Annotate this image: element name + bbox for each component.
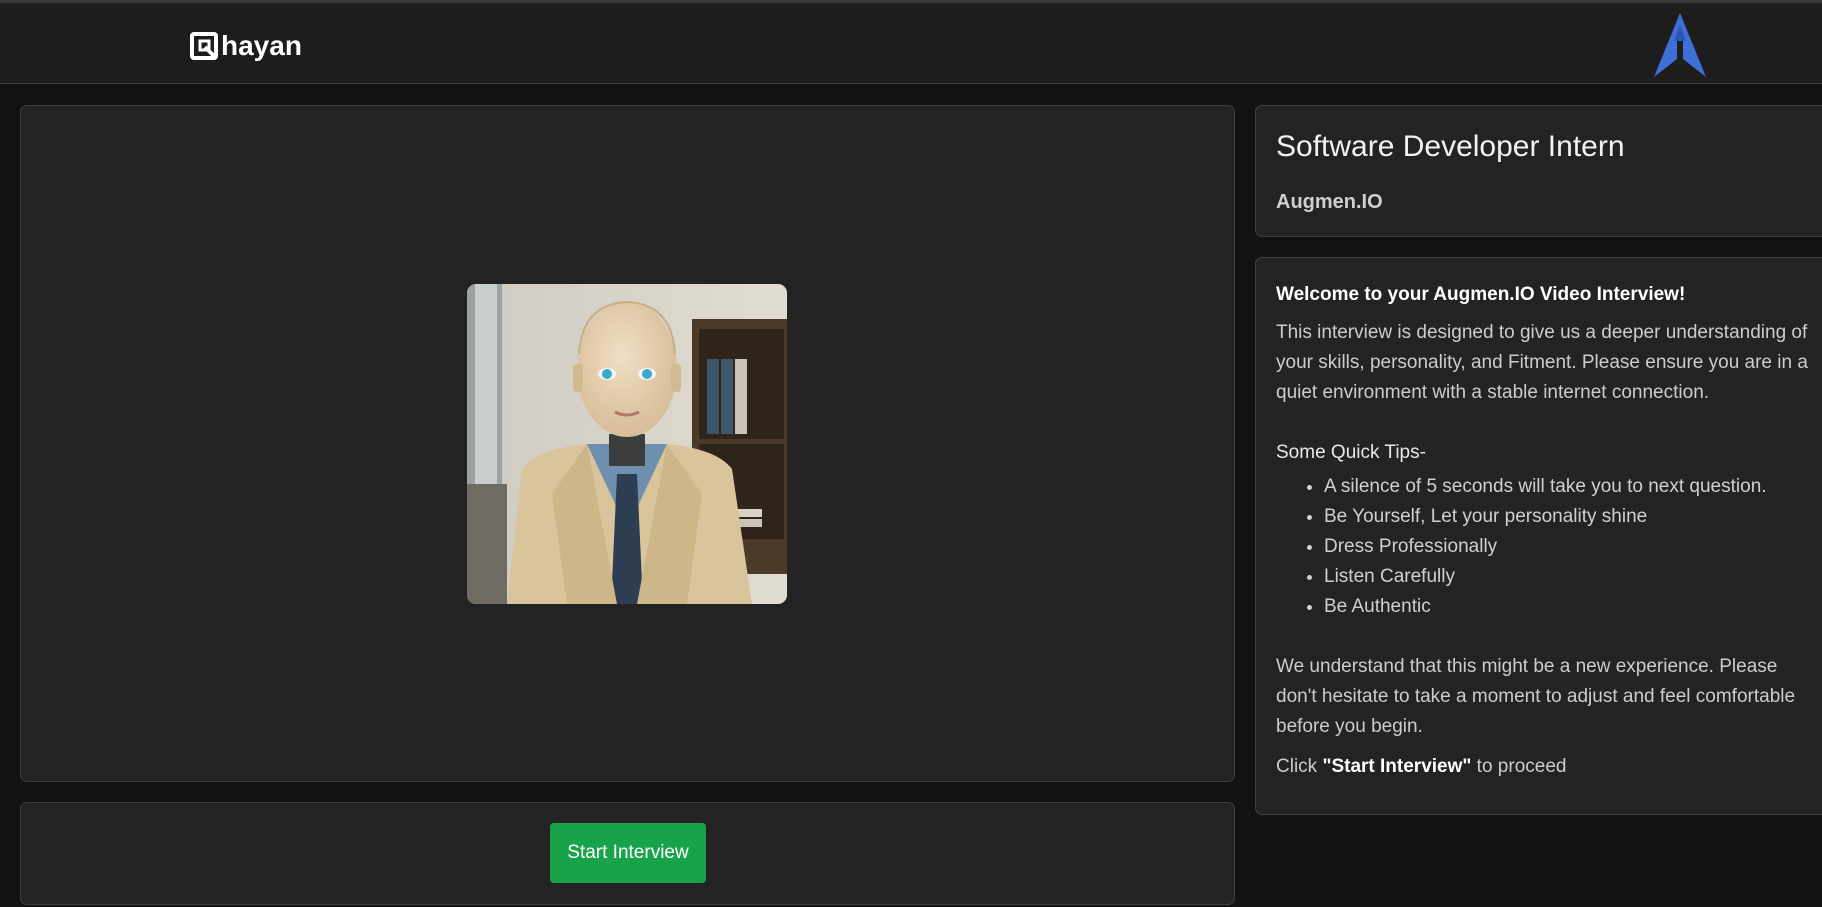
intro-line: quiet environment with a stable internet… — [1276, 382, 1710, 403]
tip-item: Be Authentic — [1324, 592, 1822, 622]
tip-item: Be Yourself, Let your personality shine — [1324, 502, 1822, 532]
brand-name: hayan — [221, 30, 302, 61]
job-info-card: Software Developer Intern Augmen.IO — [1255, 105, 1822, 237]
navbar: hayan — [0, 3, 1822, 84]
proceed-button-name: "Start Interview" — [1322, 756, 1472, 777]
company-name: Augmen.IO — [1276, 191, 1383, 213]
tip-item: A silence of 5 seconds will take you to … — [1324, 472, 1822, 502]
video-panel — [20, 105, 1235, 782]
interviewer-avatar-image — [467, 284, 787, 604]
job-title: Software Developer Intern — [1276, 130, 1625, 163]
start-interview-button[interactable]: Start Interview — [550, 823, 706, 883]
proceed-prefix: Click — [1276, 756, 1323, 777]
closing-line: We understand that this might be a new e… — [1276, 656, 1778, 677]
tip-item: Listen Carefully — [1324, 562, 1822, 592]
intro-line: your skills, personality, and Fitment. P… — [1276, 352, 1808, 373]
proceed-suffix: to proceed — [1471, 756, 1567, 777]
instructions-card: Welcome to your Augmen.IO Video Intervie… — [1255, 257, 1822, 815]
controls-panel: Start Interview — [20, 802, 1235, 905]
welcome-heading: Welcome to your Augmen.IO Video Intervie… — [1276, 284, 1686, 305]
tips-heading: Some Quick Tips- — [1276, 442, 1426, 463]
proceed-instruction: Click "Start Interview" to proceed — [1276, 752, 1822, 782]
blue-a-logo-icon[interactable] — [1652, 11, 1708, 79]
closing-line: don't hesitate to take a moment to adjus… — [1276, 686, 1796, 707]
tips-list: A silence of 5 seconds will take you to … — [1276, 472, 1822, 622]
q-square-logo-icon — [190, 32, 218, 60]
brand-logo[interactable]: hayan — [190, 29, 302, 63]
instructions-content: Welcome to your Augmen.IO Video Intervie… — [1276, 280, 1822, 782]
intro-line: This interview is designed to give us a … — [1276, 322, 1808, 343]
closing-line: before you begin. — [1276, 716, 1423, 737]
tip-item: Dress Professionally — [1324, 532, 1822, 562]
